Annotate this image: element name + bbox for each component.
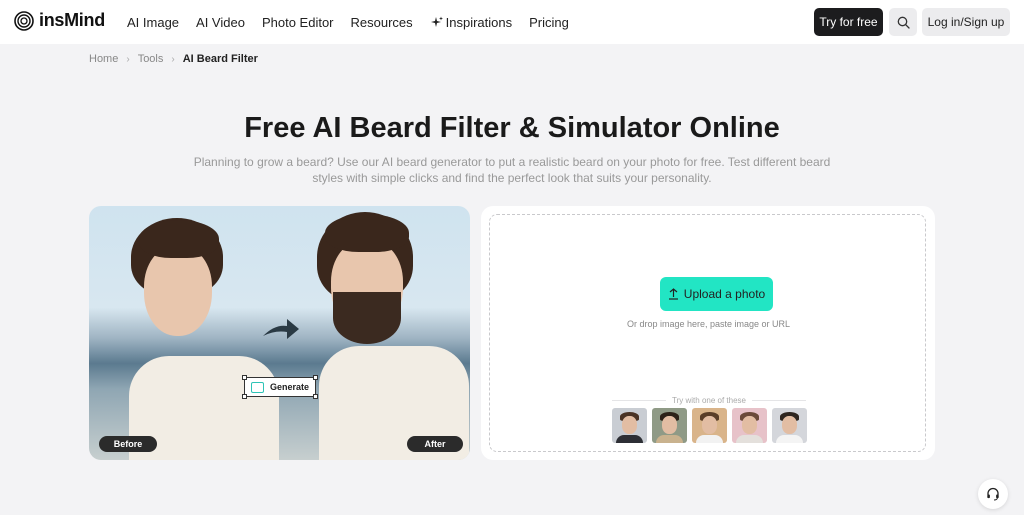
page-subtitle: Planning to grow a beard? Use our AI bea… [193,155,831,185]
breadcrumb-home[interactable]: Home [89,53,118,65]
sparkle-icon [430,16,443,27]
top-nav-bar: insMind AI Image AI Video Photo Editor R… [0,0,1024,44]
arrow-right-icon [263,319,299,339]
generate-badge: Generate [242,375,318,399]
footer-edge [0,515,1024,525]
generate-label: Generate [270,382,310,392]
try-samples-label: Try with one of these [612,396,806,405]
sample-thumbnails [612,408,807,443]
headset-icon [987,487,999,501]
nav-label: Pricing [529,14,569,30]
upload-icon [668,288,678,300]
main-nav: AI Image AI Video Photo Editor Resources… [127,0,586,44]
nav-label: AI Video [196,14,245,30]
drop-zone[interactable]: Upload a photo Or drop image here, paste… [489,214,926,452]
nav-item-pricing[interactable]: Pricing [529,15,569,30]
sample-thumbnail[interactable] [612,408,647,443]
nav-label: AI Image [127,14,180,30]
brand-name: insMind [39,10,105,30]
try-for-free-button[interactable]: Try for free [814,8,883,36]
sample-thumbnail[interactable] [772,408,807,443]
drop-hint: Or drop image here, paste image or URL [626,319,791,329]
search-icon [897,16,910,29]
chevron-right-icon: › [126,53,130,65]
nav-item-resources[interactable]: Resources [351,15,413,30]
breadcrumb-tools[interactable]: Tools [138,53,164,65]
sample-thumbnail[interactable] [732,408,767,443]
page-title: Free AI Beard Filter & Simulator Online [244,112,780,144]
breadcrumb: Home › Tools › AI Beard Filter [89,53,258,65]
sample-thumbnail[interactable] [692,408,727,443]
nav-item-ai-video[interactable]: AI Video [196,15,245,30]
chevron-right-icon: › [171,53,175,65]
support-button[interactable] [978,479,1008,509]
nav-label: Photo Editor [261,14,334,30]
breadcrumb-current: AI Beard Filter [182,53,258,65]
nav-label: Resources [350,14,413,30]
nav-item-inspirations[interactable]: Inspirations [430,15,512,30]
nav-item-ai-image[interactable]: AI Image [127,15,179,30]
logo-icon [14,10,34,31]
image-sparkle-icon [251,381,264,393]
login-signup-button[interactable]: Log in/Sign up [922,8,1010,36]
upload-card: Upload a photo Or drop image here, paste… [481,206,935,460]
sample-thumbnail[interactable] [652,408,687,443]
search-button[interactable] [889,8,917,36]
before-tag: Before [99,436,157,452]
try-label: Try with one of these [672,396,746,405]
after-tag: After [407,436,463,452]
before-after-preview: Generate Before After [89,206,470,460]
nav-item-photo-editor[interactable]: Photo Editor [262,15,334,30]
brand-logo[interactable]: insMind [14,10,105,31]
upload-photo-button[interactable]: Upload a photo [660,277,773,311]
after-image [279,206,470,460]
nav-label: Inspirations [445,14,513,30]
before-image [89,206,279,460]
upload-label: Upload a photo [683,287,766,301]
